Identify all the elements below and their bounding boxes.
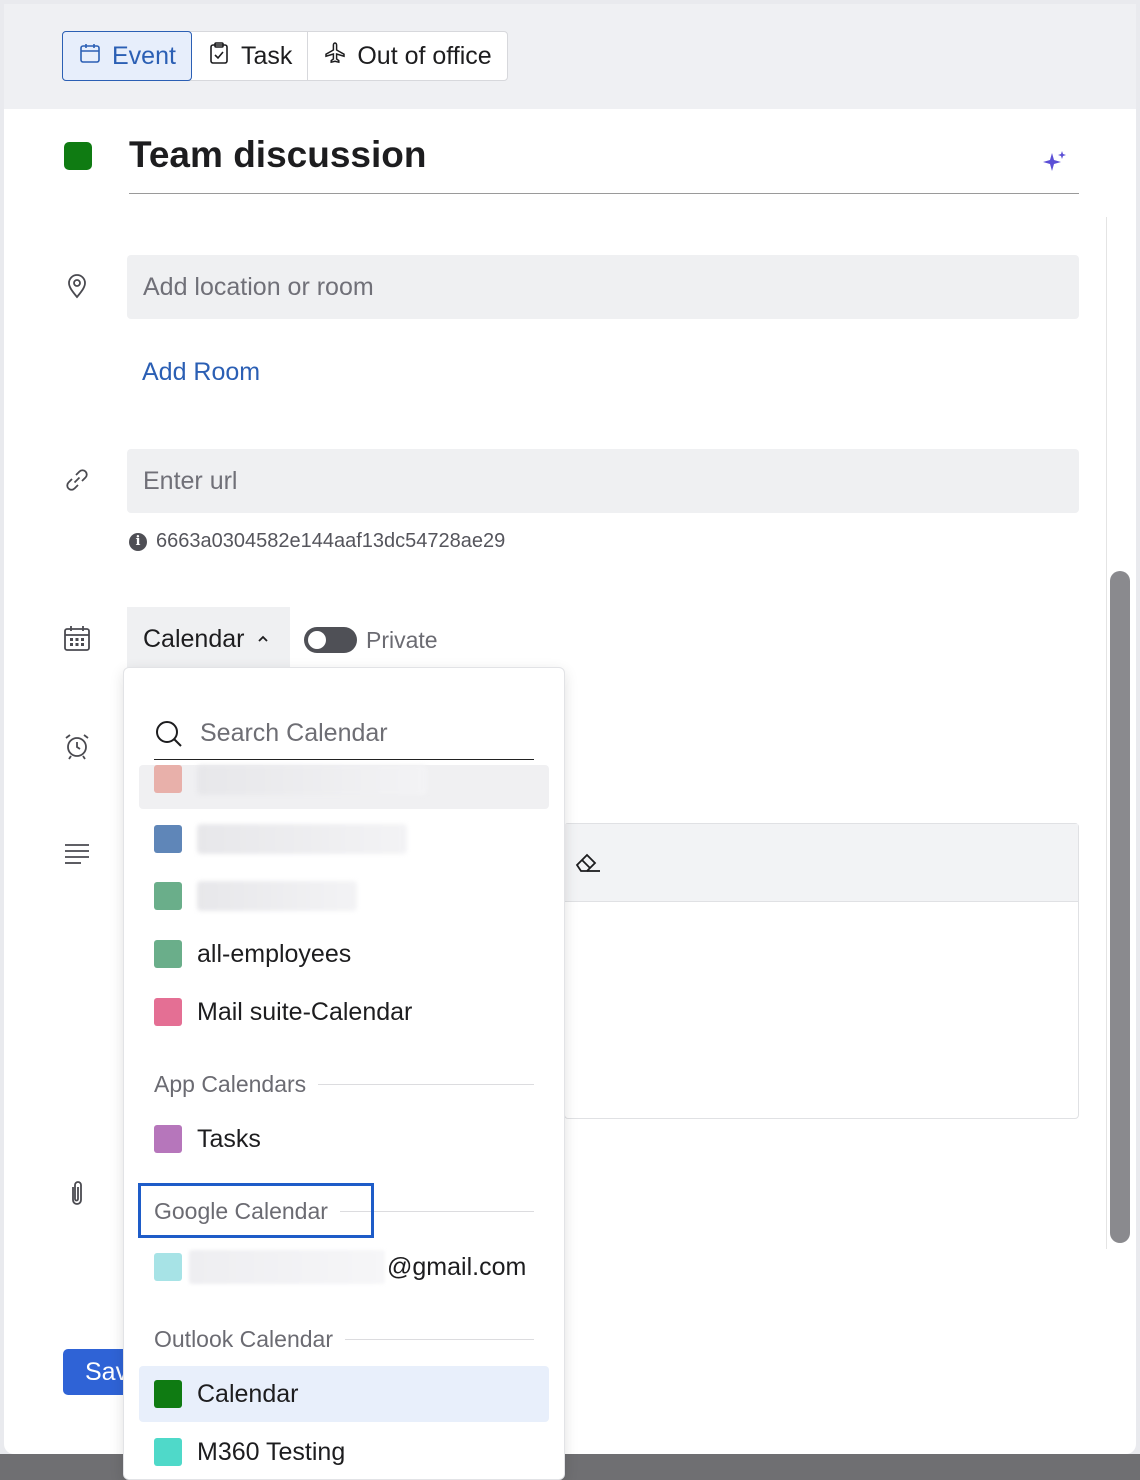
meeting-id-row: i 6663a0304582e144aaf13dc54728ae29 (129, 530, 505, 553)
private-label: Private (366, 627, 438, 653)
clipboard-check-icon (207, 41, 231, 72)
calendar-color-swatch (154, 882, 182, 910)
window-frame: Event Task Out of office Team discussion (0, 0, 1140, 1480)
event-type-tabs: Event Task Out of office (62, 31, 508, 81)
event-type-bar: Event Task Out of office (4, 4, 1136, 109)
airplane-icon (323, 41, 347, 72)
calendar-item-blurred-3[interactable] (139, 868, 549, 924)
tab-out-of-office-label: Out of office (357, 41, 492, 70)
tab-event[interactable]: Event (62, 31, 192, 81)
eraser-icon[interactable] (573, 849, 603, 875)
tab-event-label: Event (112, 41, 176, 70)
url-input[interactable]: Enter url (127, 449, 1079, 513)
editor-toolbar (565, 824, 1078, 902)
calendar-icon (78, 41, 102, 72)
location-pin-icon (62, 270, 92, 300)
scrollbar-thumb[interactable] (1110, 571, 1130, 1243)
event-title[interactable]: Team discussion (129, 134, 426, 176)
add-room-link[interactable]: Add Room (142, 358, 260, 387)
section-divider (318, 1084, 534, 1085)
calendar-item-label: Calendar (197, 1379, 299, 1408)
tab-task-label: Task (240, 41, 293, 70)
alarm-clock-icon (62, 731, 92, 761)
description-lines-icon (62, 839, 92, 869)
tab-out-of-office[interactable]: Out of office (308, 32, 506, 80)
section-divider (345, 1339, 534, 1340)
calendar-dropdown: all-employees Mail suite-Calendar App Ca… (123, 667, 565, 1480)
calendar-grid-icon (62, 623, 92, 653)
calendar-color-swatch (154, 1125, 182, 1153)
calendar-item-tasks[interactable]: Tasks (139, 1111, 549, 1167)
redacted-email-user (189, 1250, 385, 1284)
section-label: App Calendars (154, 1071, 307, 1097)
calendar-item-label: Mail suite-Calendar (197, 997, 413, 1026)
calendar-item-label: Tasks (197, 1124, 261, 1153)
calendar-color-swatch (154, 1380, 182, 1408)
description-editor[interactable] (564, 823, 1079, 1119)
calendar-color-swatch (154, 998, 182, 1026)
redacted-calendar-name (197, 765, 427, 795)
private-toggle[interactable] (304, 627, 357, 653)
calendar-color-swatch (154, 940, 182, 968)
calendar-item-blurred-1[interactable] (139, 765, 549, 809)
redacted-calendar-name (197, 881, 357, 911)
calendar-search (154, 708, 534, 760)
calendar-item-outlook-calendar[interactable]: Calendar (139, 1366, 549, 1422)
event-color-swatch[interactable] (64, 142, 92, 170)
calendar-item-m360-testing[interactable]: M360 Testing (139, 1424, 549, 1479)
calendar-color-swatch (154, 1253, 182, 1281)
tab-task[interactable]: Task (192, 32, 309, 80)
ai-sparkle-icon[interactable] (1040, 149, 1068, 177)
calendar-item-blurred-2[interactable] (139, 811, 549, 867)
chevron-up-icon (258, 635, 269, 642)
google-calendar-highlight (138, 1183, 374, 1238)
redacted-calendar-name (197, 824, 407, 854)
calendar-color-swatch (154, 825, 182, 853)
meeting-id-text: 6663a0304582e144aaf13dc54728ae29 (156, 530, 506, 552)
calendar-item-label: all-employees (197, 939, 352, 968)
info-icon: i (129, 532, 147, 551)
calendar-select-label: Calendar (143, 624, 245, 653)
search-calendar-input[interactable] (200, 719, 520, 748)
location-input[interactable]: Add location or room (127, 255, 1079, 319)
section-label: Outlook Calendar (154, 1326, 333, 1352)
title-underline (129, 193, 1079, 194)
calendar-color-swatch (154, 765, 182, 793)
app-calendars-heading: App Calendars (154, 1071, 534, 1098)
calendar-item-label: @gmail.com (387, 1252, 527, 1281)
calendar-item-label: M360 Testing (197, 1437, 346, 1466)
calendar-color-swatch (154, 1438, 182, 1466)
calendar-item-mail-suite[interactable]: Mail suite-Calendar (139, 984, 549, 1040)
calendar-select[interactable]: Calendar (127, 607, 290, 671)
paperclip-icon (62, 1178, 92, 1208)
outlook-calendar-heading: Outlook Calendar (154, 1326, 534, 1353)
calendar-item-all-employees[interactable]: all-employees (139, 926, 549, 982)
search-icon (156, 720, 182, 747)
link-icon (62, 465, 92, 495)
calendar-item-gmail[interactable]: @gmail.com (139, 1239, 549, 1295)
